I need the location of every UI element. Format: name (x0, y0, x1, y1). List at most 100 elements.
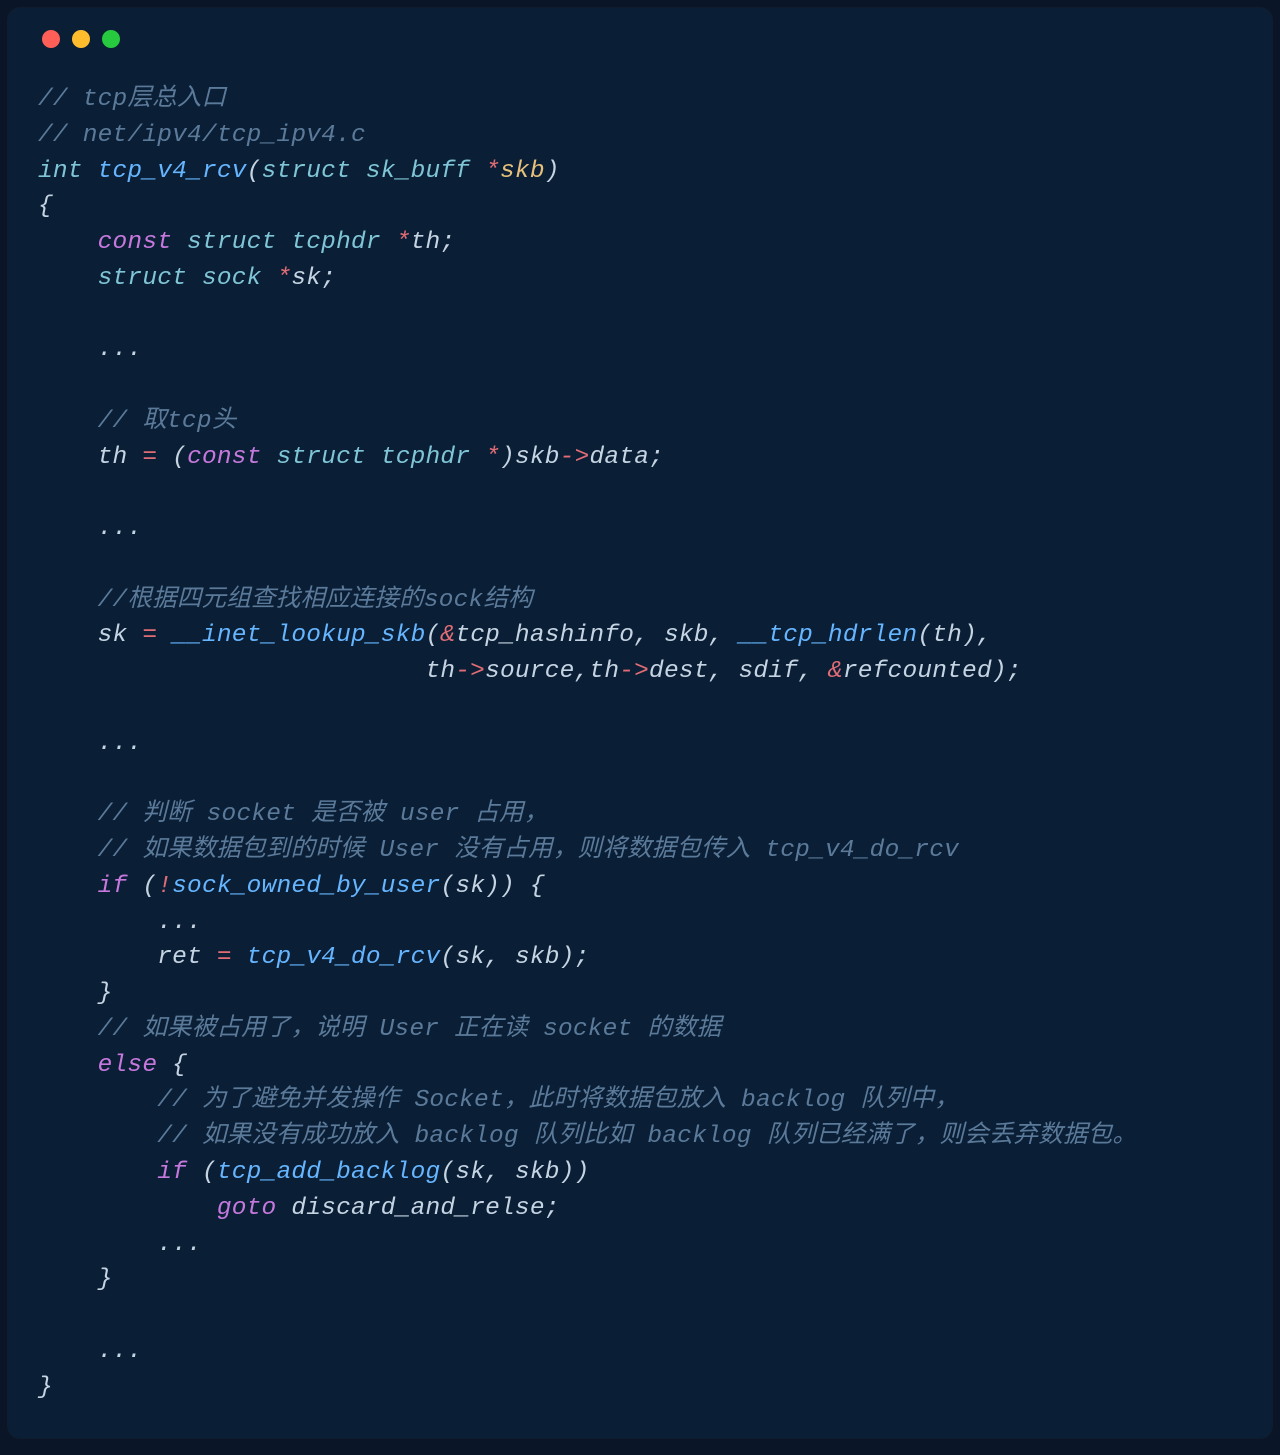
code-punct: , (485, 1159, 500, 1186)
code-punct: ) (485, 873, 500, 900)
code-comment: // 判断 socket 是否被 user 占用， (98, 801, 549, 828)
code-op: * (485, 158, 500, 185)
window-titlebar (8, 8, 1272, 56)
code-op: -> (455, 658, 485, 685)
code-ident: th (411, 229, 441, 256)
code-ident: th (589, 658, 619, 685)
code-ellipsis: ... (157, 1231, 202, 1258)
code-punct: ) (992, 658, 1007, 685)
code-ellipsis: ... (98, 336, 143, 363)
code-punct: ) (560, 1159, 575, 1186)
code-op: * (396, 229, 411, 256)
code-keyword: else (98, 1052, 158, 1079)
code-keyword: const (187, 444, 262, 471)
code-comment: // 如果没有成功放入 backlog 队列比如 backlog 队列已经满了，… (157, 1123, 1137, 1150)
code-punct: , (709, 658, 724, 685)
code-ellipsis: ... (98, 515, 143, 542)
code-punct: , (634, 622, 649, 649)
code-ident: th (98, 444, 128, 471)
code-window: // tcp层总入口 // net/ipv4/tcp_ipv4.c int tc… (8, 8, 1272, 1438)
code-type: tcphdr (291, 229, 380, 256)
code-punct: ( (440, 1159, 455, 1186)
code-punct: ) (575, 1159, 590, 1186)
code-comment: // net/ipv4/tcp_ipv4.c (38, 122, 366, 149)
code-ident: sk (455, 873, 485, 900)
code-op: & (440, 622, 455, 649)
code-ident: sk (455, 944, 485, 971)
code-punct: ) (500, 444, 515, 471)
code-ident: ret (157, 944, 202, 971)
code-func: sock_owned_by_user (172, 873, 440, 900)
code-op: * (276, 265, 291, 292)
code-punct: ( (247, 158, 262, 185)
code-punct: ; (649, 444, 664, 471)
code-punct: } (98, 1266, 113, 1293)
code-type: sock (202, 265, 262, 292)
code-ident: skb (515, 1159, 560, 1186)
code-punct: ( (142, 873, 157, 900)
code-ident: skb (515, 944, 560, 971)
code-punct: ( (202, 1159, 217, 1186)
code-punct: ; (321, 265, 336, 292)
code-op: & (828, 658, 843, 685)
code-comment: // 取tcp头 (98, 408, 237, 435)
code-ident: source (485, 658, 574, 685)
code-punct: ( (917, 622, 932, 649)
code-ident: refcounted (843, 658, 992, 685)
code-ident: skb (515, 444, 560, 471)
code-punct: ( (440, 944, 455, 971)
code-op: * (485, 444, 500, 471)
code-func: tcp_v4_rcv (98, 158, 247, 185)
code-punct: ( (426, 622, 441, 649)
code-op: -> (560, 444, 590, 471)
code-punct: , (485, 944, 500, 971)
code-punct: { (157, 1052, 187, 1079)
code-ident: dest (649, 658, 709, 685)
code-punct: , (977, 622, 992, 649)
code-punct: ( (172, 444, 187, 471)
code-punct: ) (560, 944, 575, 971)
code-param: skb (500, 158, 545, 185)
code-ident: sk (98, 622, 128, 649)
code-type: struct (276, 444, 365, 471)
code-punct: } (38, 1374, 53, 1401)
code-punct: ; (1007, 658, 1022, 685)
code-ident: sk (455, 1159, 485, 1186)
code-punct: } (98, 980, 113, 1007)
code-op: ! (157, 873, 172, 900)
code-op: = (142, 622, 157, 649)
code-ident: sdif (738, 658, 798, 685)
code-op: = (142, 444, 157, 471)
code-comment: // 如果数据包到的时候 User 没有占用，则将数据包传入 tcp_v4_do… (98, 837, 959, 864)
code-punct: , (709, 622, 724, 649)
code-punct: ( (440, 873, 455, 900)
code-punct: ) (545, 158, 560, 185)
code-keyword: const (98, 229, 173, 256)
code-punct: { (515, 873, 545, 900)
code-comment: //根据四元组查找相应连接的sock结构 (98, 587, 533, 614)
window-zoom-icon[interactable] (102, 30, 120, 48)
code-func: __tcp_hdrlen (739, 622, 918, 649)
code-ellipsis: ... (98, 1338, 143, 1365)
code-ident: discard_and_relse (291, 1195, 544, 1222)
code-ident: sk (291, 265, 321, 292)
code-op: -> (619, 658, 649, 685)
code-punct: ; (440, 229, 455, 256)
code-op: = (217, 944, 232, 971)
code-comment: // 如果被占用了，说明 User 正在读 socket 的数据 (98, 1016, 722, 1043)
code-type: tcphdr (381, 444, 470, 471)
code-punct: , (798, 658, 813, 685)
code-comment: // 为了避免并发操作 Socket，此时将数据包放入 backlog 队列中， (157, 1087, 959, 1114)
code-punct: ; (575, 944, 590, 971)
code-keyword: if (157, 1159, 187, 1186)
code-ident: data (589, 444, 649, 471)
code-ellipsis: ... (98, 730, 143, 757)
code-ident: skb (664, 622, 709, 649)
code-type: sk_buff (366, 158, 470, 185)
window-close-icon[interactable] (42, 30, 60, 48)
code-type: struct (262, 158, 351, 185)
code-func: tcp_v4_do_rcv (247, 944, 441, 971)
code-func: tcp_add_backlog (217, 1159, 441, 1186)
code-punct: ; (545, 1195, 560, 1222)
window-minimize-icon[interactable] (72, 30, 90, 48)
